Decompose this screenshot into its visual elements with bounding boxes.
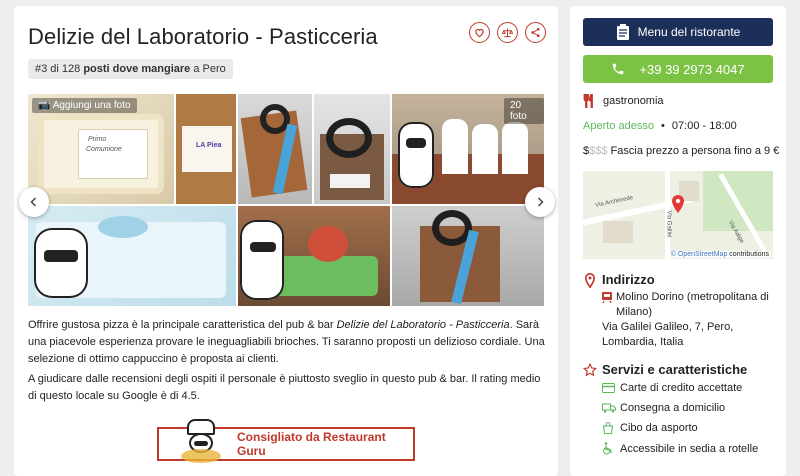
phone-button[interactable]: +39 39 2973 4047 — [583, 55, 773, 83]
share-icon — [531, 27, 540, 38]
sidebar-card: Menu del ristorante +39 39 2973 4047 gas… — [570, 6, 786, 476]
photo-decorated-cake[interactable] — [238, 206, 390, 306]
price-row: $$$$ Fascia prezzo a persona fino a 9 € — [583, 145, 779, 157]
metro-station[interactable]: Molino Dorino (metropolitana di Milano) — [616, 290, 778, 320]
scale-icon — [502, 28, 513, 38]
map-pin-icon — [672, 195, 684, 213]
address-title: Indirizzo — [602, 272, 655, 287]
photo-text: Comunione — [86, 146, 122, 153]
heart-icon — [475, 28, 484, 38]
desc-restaurant-name: Delizie del Laboratorio - Pasticceria — [336, 319, 510, 331]
location-pin-icon — [584, 273, 596, 288]
service-label: Accessibile in sedia a rotelle — [620, 442, 759, 455]
photo-gallery[interactable]: Primo Comunione 📷 Aggiungi una foto LA P… — [28, 94, 544, 306]
recommendation-banner[interactable]: Consigliato da Restaurant Guru — [157, 419, 415, 463]
ranking-badge[interactable]: #3 di 128 posti dove mangiare a Pero — [28, 59, 233, 79]
photo-headphones-3[interactable] — [392, 206, 544, 306]
page-title: Delizie del Laboratorio - Pasticceria — [28, 24, 378, 49]
photo-headphones-1[interactable] — [238, 94, 312, 204]
metro-row: Molino Dorino (metropolitana di Milano) — [602, 290, 778, 320]
chef-mascot-icon — [177, 419, 225, 467]
description-paragraph-1: Offrire gustosa pizza è la principale ca… — [28, 317, 548, 368]
map-attribution-text: contributions — [729, 251, 769, 258]
description-paragraph-2: A giudicare dalle recensioni degli ospit… — [28, 373, 541, 402]
compare-button[interactable] — [497, 22, 518, 43]
rank-category: posti dove mangiare — [83, 63, 191, 75]
services-title: Servizi e caratteristiche — [602, 362, 748, 377]
service-item: Accessibile in sedia a rotelle — [602, 442, 758, 455]
map-attribution: © OpenStreetMap contributions — [668, 251, 771, 258]
wheelchair-icon — [602, 442, 616, 455]
recommendation-label: Consigliato da Restaurant Guru — [237, 430, 386, 458]
share-button[interactable] — [525, 22, 546, 43]
osm-link[interactable]: © OpenStreetMap — [671, 251, 728, 258]
price-text: Fascia prezzo a persona fino a 9 € — [610, 145, 780, 157]
opening-hours: 07:00 - 18:00 — [671, 120, 737, 132]
hours-row[interactable]: Aperto adesso • 07:00 - 18:00 — [583, 120, 737, 132]
service-label: Cibo da asporto — [620, 422, 698, 434]
menu-button-label: Menu del ristorante — [637, 25, 741, 39]
price-inactive: $$$ — [589, 145, 608, 157]
phone-number: +39 39 2973 4047 — [639, 61, 745, 77]
credit-card-icon — [602, 383, 616, 393]
map-street-label: Via Galilei — [665, 210, 672, 238]
metro-icon — [602, 292, 612, 303]
service-label: Consegna a domicilio — [620, 402, 726, 414]
photo-text: LA Piea — [196, 142, 222, 149]
menu-document-icon — [616, 24, 629, 40]
open-status: Aperto adesso — [583, 120, 654, 132]
service-item: Carte di credito accettate — [602, 382, 742, 394]
address-text: Via Galilei Galileo, 7, Pero, Lombardia,… — [602, 321, 734, 348]
main-card: Delizie del Laboratorio - Pasticceria #3… — [14, 6, 558, 476]
service-item: Cibo da asporto — [602, 422, 698, 434]
photo-headphones-2[interactable] — [314, 94, 390, 204]
add-photo-button[interactable]: 📷 Aggiungi una foto — [32, 98, 137, 113]
photo-cake-sign[interactable]: LA Piea — [176, 94, 236, 204]
phone-icon — [613, 63, 624, 75]
camera-icon: 📷 — [38, 100, 51, 111]
chevron-left-icon — [30, 197, 37, 207]
add-photo-label: Aggiungi una foto — [52, 100, 131, 111]
rank-suffix: a Pero — [193, 63, 226, 75]
rank-prefix: #3 di 128 — [35, 63, 81, 75]
hours-separator: • — [661, 120, 665, 132]
favorite-button[interactable] — [469, 22, 490, 43]
star-outline-icon — [583, 363, 597, 377]
photo-birthday-cake[interactable] — [28, 206, 236, 306]
gallery-next-button[interactable] — [525, 187, 555, 217]
cuisine-label: gastronomia — [603, 95, 664, 107]
gallery-prev-button[interactable] — [19, 187, 49, 217]
desc-text-1a: Offrire gustosa pizza è la principale ca… — [28, 319, 337, 331]
delivery-truck-icon — [602, 403, 616, 413]
chevron-right-icon — [537, 197, 544, 207]
service-label: Carte di credito accettate — [620, 382, 743, 394]
cuisine-row: gastronomia — [583, 94, 664, 108]
fork-knife-icon — [583, 94, 593, 108]
photo-text: Primo — [88, 136, 107, 143]
photo-count: 20 foto — [504, 98, 544, 124]
location-map[interactable]: Via Archimede Via Galilei Via Adige © Op… — [583, 171, 773, 259]
takeaway-bag-icon — [602, 422, 616, 434]
menu-button[interactable]: Menu del ristorante — [583, 18, 773, 46]
service-item: Consegna a domicilio — [602, 402, 725, 414]
